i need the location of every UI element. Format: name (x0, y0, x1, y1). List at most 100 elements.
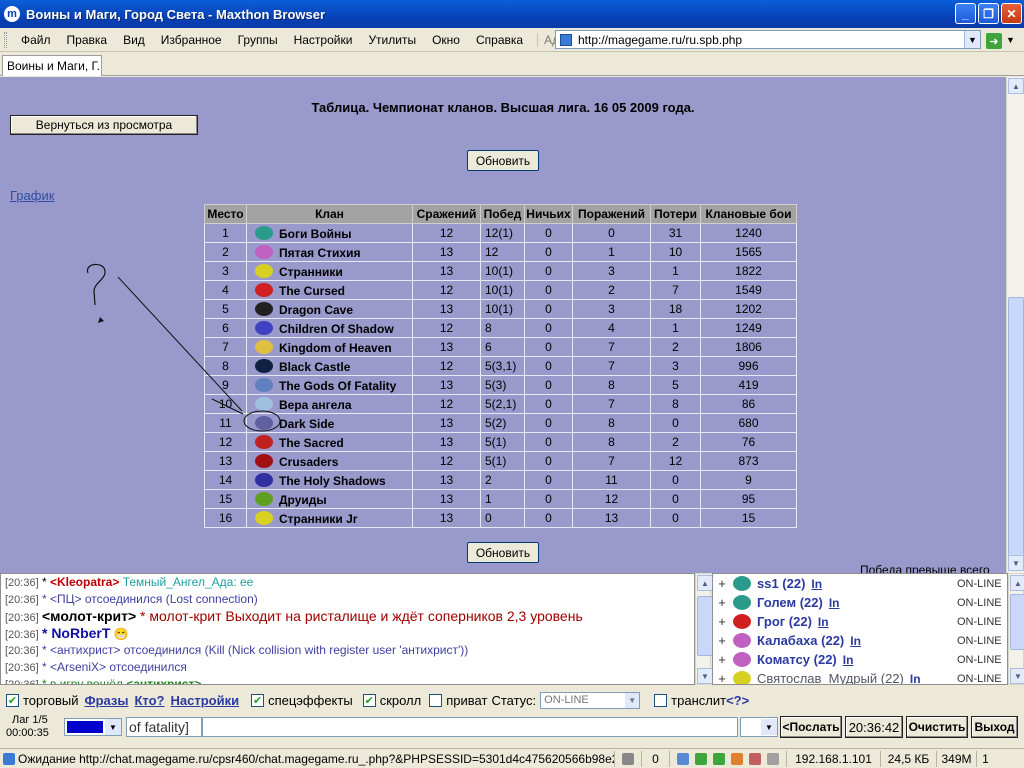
tab-active[interactable]: Воины и Маги, Г... (2, 55, 102, 76)
maxthon-icon[interactable]: m (4, 6, 20, 22)
menu-item-8[interactable]: Справка (468, 33, 531, 47)
clan-emblem-icon[interactable] (255, 358, 273, 373)
clan-emblem-icon[interactable] (255, 472, 273, 487)
clan-name[interactable]: Вера ангела (279, 398, 352, 412)
clan-emblem-icon[interactable] (255, 491, 273, 506)
clan-emblem-icon[interactable] (255, 415, 273, 430)
scroll-thumb[interactable] (1008, 297, 1024, 561)
image-icon[interactable] (767, 752, 779, 765)
sun-icon[interactable] (731, 752, 743, 765)
translit-help-link[interactable]: <?> (726, 693, 749, 708)
expand-icon[interactable]: + (713, 633, 731, 648)
clan-name[interactable]: Странники (279, 265, 343, 279)
user-row[interactable]: + Грог (22) In ON-LINE (713, 612, 1007, 631)
user-name[interactable]: Калабаха (22) (757, 633, 844, 648)
clan-name[interactable]: Kingdom of Heaven (279, 341, 392, 355)
menu-item-4[interactable]: Группы (230, 33, 286, 47)
address-bar[interactable]: http://magegame.ru/ru.spb.php ▼ (555, 30, 981, 49)
clan-emblem-icon[interactable] (255, 377, 273, 392)
menu-item-1[interactable]: Правка (59, 33, 116, 47)
clan-name[interactable]: The Holy Shadows (279, 474, 386, 488)
user-name[interactable]: Грог (22) (757, 614, 812, 629)
column-header[interactable]: Сражений (412, 204, 481, 224)
refresh-button-bottom[interactable]: Обновить (467, 542, 539, 563)
column-header[interactable]: Ничьих (524, 204, 573, 224)
flash-icon[interactable] (713, 752, 725, 765)
settings-link[interactable]: Настройки (170, 693, 239, 708)
scroll-thumb[interactable] (1010, 594, 1024, 650)
trade-checkbox[interactable]: ✔ (6, 693, 19, 707)
maximize-button[interactable]: ❐ (978, 3, 999, 24)
clan-name[interactable]: Crusaders (279, 455, 338, 469)
scroll-up-icon[interactable]: ▲ (697, 575, 713, 591)
scroll-down-icon[interactable]: ▼ (1008, 555, 1024, 571)
clan-name[interactable]: Children Of Shadow (279, 322, 394, 336)
column-header[interactable]: Клан (246, 204, 413, 224)
message-prefix[interactable]: of fatality] (126, 717, 202, 737)
user-name[interactable]: Коматсу (22) (757, 652, 837, 667)
column-header[interactable]: Потери (650, 204, 701, 224)
clan-emblem-icon[interactable] (255, 244, 273, 259)
chat-scrollbar[interactable]: ▲ ▼ (695, 573, 713, 685)
clan-name[interactable]: The Sacred (279, 436, 344, 450)
status-select[interactable]: ON-LINE ▼ (540, 691, 641, 709)
clan-emblem-icon[interactable] (255, 339, 273, 354)
menu-item-6[interactable]: Утилиты (360, 33, 424, 47)
clan-emblem-icon[interactable] (255, 453, 273, 468)
menu-item-7[interactable]: Окно (424, 33, 468, 47)
chevron-down-icon[interactable]: ▼ (625, 692, 640, 708)
exit-button[interactable]: Выход (971, 716, 1018, 738)
user-name[interactable]: Святослав_Мудрый (22) (757, 671, 904, 684)
clan-emblem-icon[interactable] (255, 434, 273, 449)
proxy-icon[interactable] (695, 752, 707, 765)
page-scrollbar[interactable]: ▲ ▼ (1006, 77, 1024, 573)
expand-icon[interactable]: + (713, 614, 731, 629)
close-button[interactable]: ✕ (1001, 3, 1022, 24)
expand-icon[interactable]: + (713, 576, 731, 591)
popup-blocker-segment[interactable] (614, 750, 641, 767)
clan-emblem-icon[interactable] (255, 320, 273, 335)
chevron-down-icon[interactable]: ▼ (1006, 35, 1015, 45)
clan-emblem-icon[interactable] (255, 282, 273, 297)
clan-name[interactable]: Dragon Cave (279, 303, 353, 317)
graph-link[interactable]: График (10, 188, 54, 203)
scroll-down-icon[interactable]: ▼ (697, 668, 713, 684)
network-icon[interactable] (677, 752, 689, 765)
effects-checkbox[interactable]: ✔ (251, 693, 265, 707)
users-scrollbar[interactable]: ▲ ▼ (1008, 573, 1024, 685)
clan-emblem-icon[interactable] (255, 396, 273, 411)
menu-item-2[interactable]: Вид (115, 33, 153, 47)
scroll-up-icon[interactable]: ▲ (1008, 78, 1024, 94)
user-row[interactable]: + Коматсу (22) In ON-LINE (713, 650, 1007, 669)
user-info-link[interactable]: In (910, 672, 921, 685)
scroll-down-icon[interactable]: ▼ (1010, 668, 1024, 684)
clan-emblem-icon[interactable] (255, 510, 273, 525)
clan-name[interactable]: Друиды (279, 493, 327, 507)
user-row[interactable]: + Калабаха (22) In ON-LINE (713, 631, 1007, 650)
minimize-button[interactable]: _ (955, 3, 976, 24)
user-info-link[interactable]: In (818, 615, 829, 629)
user-info-link[interactable]: In (811, 577, 822, 591)
history-select[interactable]: ▼ (740, 717, 778, 737)
menu-item-3[interactable]: Избранное (153, 33, 230, 47)
toolbar-grip[interactable] (4, 31, 7, 48)
clear-button[interactable]: Очистить (906, 716, 968, 738)
user-row[interactable]: + Святослав_Мудрый (22) In ON-LINE (713, 669, 1007, 685)
chevron-down-icon[interactable]: ▼ (761, 719, 777, 735)
clan-emblem-icon[interactable] (255, 225, 273, 240)
private-checkbox[interactable] (429, 693, 443, 707)
column-header[interactable]: Поражений (572, 204, 651, 224)
translit-checkbox[interactable] (654, 693, 668, 707)
menu-item-0[interactable]: Файл (13, 33, 59, 47)
scroll-checkbox[interactable]: ✔ (362, 693, 376, 707)
send-button[interactable]: <Послать (780, 716, 842, 738)
back-from-view-button[interactable]: Вернуться из просмотра (10, 115, 198, 135)
scroll-up-icon[interactable]: ▲ (1010, 575, 1024, 591)
clan-name[interactable]: Dark Side (279, 417, 334, 431)
clan-emblem-icon[interactable] (255, 263, 273, 278)
chevron-down-icon[interactable]: ▼ (105, 719, 121, 735)
column-header[interactable]: Место (204, 204, 247, 224)
status-icons[interactable] (669, 750, 786, 767)
user-info-link[interactable]: In (829, 596, 840, 610)
clan-name[interactable]: Странники Jr (279, 512, 357, 526)
